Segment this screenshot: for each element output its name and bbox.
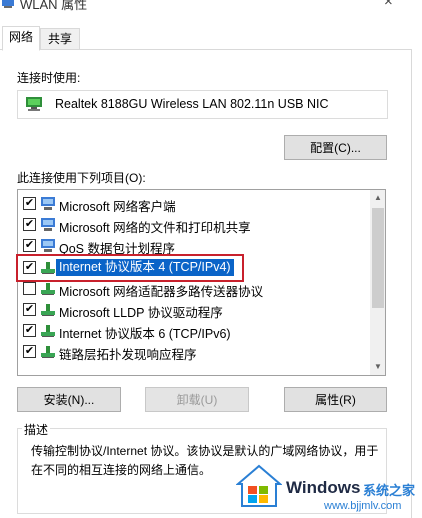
description-legend: 描述 <box>22 421 51 438</box>
list-item[interactable]: ✔ Microsoft LLDP 协议驱动程序 <box>18 299 370 320</box>
list-item[interactable]: ✔ Internet 协议版本 6 (TCP/IPv6) <box>18 320 370 341</box>
annotation-highlight <box>16 254 244 282</box>
network-client-icon <box>41 197 55 210</box>
connect-using-label: 连接时使用: <box>17 71 81 85</box>
watermark-url: www.bjjmlv.com <box>324 500 402 512</box>
item-checkbox[interactable]: ✔ <box>23 218 36 231</box>
item-checkbox[interactable]: ✔ <box>23 324 36 337</box>
watermark: Windows 系统之家 www.bjjmlv.com <box>232 458 422 518</box>
adapter-box: Realtek 8188GU Wireless LAN 802.11n USB … <box>17 90 388 119</box>
watermark-cn: 系统之家 <box>363 483 416 498</box>
protocol-icon <box>41 346 55 358</box>
items-list[interactable]: ✔ Microsoft 网络客户端 ✔ Microsoft 网络的文件和打印机共… <box>17 189 386 376</box>
item-label: Microsoft LLDP 协议驱动程序 <box>59 306 223 320</box>
list-item[interactable]: ✔ 链路层拓扑发现响应程序 <box>18 341 370 362</box>
list-item[interactable]: ✔ Microsoft 网络客户端 <box>18 193 370 214</box>
item-checkbox[interactable]: ✔ <box>23 345 36 358</box>
item-label: Microsoft 网络的文件和打印机共享 <box>59 221 251 235</box>
protocol-icon <box>41 304 55 316</box>
item-checkbox[interactable]: ✔ <box>23 303 36 316</box>
item-label: Microsoft 网络适配器多路传送器协议 <box>59 285 264 299</box>
watermark-brand: Windows <box>286 478 361 497</box>
title-bar: WLAN 属性 × <box>0 0 422 14</box>
close-icon[interactable]: × <box>384 0 393 10</box>
item-label: Internet 协议版本 6 (TCP/IPv6) <box>59 327 231 341</box>
list-item[interactable]: ✔ Microsoft 网络的文件和打印机共享 <box>18 214 370 235</box>
network-client-icon <box>41 218 55 231</box>
item-checkbox[interactable] <box>23 282 36 295</box>
tab-network[interactable]: 网络 <box>2 26 40 51</box>
configure-button[interactable]: 配置(C)... <box>284 135 387 160</box>
protocol-icon <box>41 283 55 295</box>
item-checkbox[interactable]: ✔ <box>23 197 36 210</box>
scroll-thumb[interactable] <box>372 208 384 308</box>
items-label: 此连接使用下列项目(O): <box>17 171 146 185</box>
item-checkbox[interactable]: ✔ <box>23 239 36 252</box>
window-title: WLAN 属性 <box>20 0 88 12</box>
item-label: 链路层拓扑发现响应程序 <box>59 348 197 362</box>
scroll-up-icon[interactable]: ▲ <box>370 190 385 206</box>
network-client-icon <box>41 239 55 252</box>
install-button[interactable]: 安装(N)... <box>17 387 121 412</box>
windows-house-logo-icon <box>236 464 282 507</box>
network-icon <box>2 0 14 8</box>
properties-button[interactable]: 属性(R) <box>284 387 387 412</box>
protocol-icon <box>41 325 55 337</box>
adapter-name: Realtek 8188GU Wireless LAN 802.11n USB … <box>55 97 329 111</box>
scroll-down-icon[interactable]: ▼ <box>370 359 385 375</box>
item-label: Microsoft 网络客户端 <box>59 200 176 214</box>
uninstall-button[interactable]: 卸载(U) <box>145 387 249 412</box>
network-adapter-icon <box>26 97 42 111</box>
tab-sharing[interactable]: 共享 <box>40 28 80 51</box>
list-scrollbar[interactable]: ▲ ▼ <box>370 190 385 375</box>
list-item[interactable]: ✔ QoS 数据包计划程序 <box>18 235 370 256</box>
